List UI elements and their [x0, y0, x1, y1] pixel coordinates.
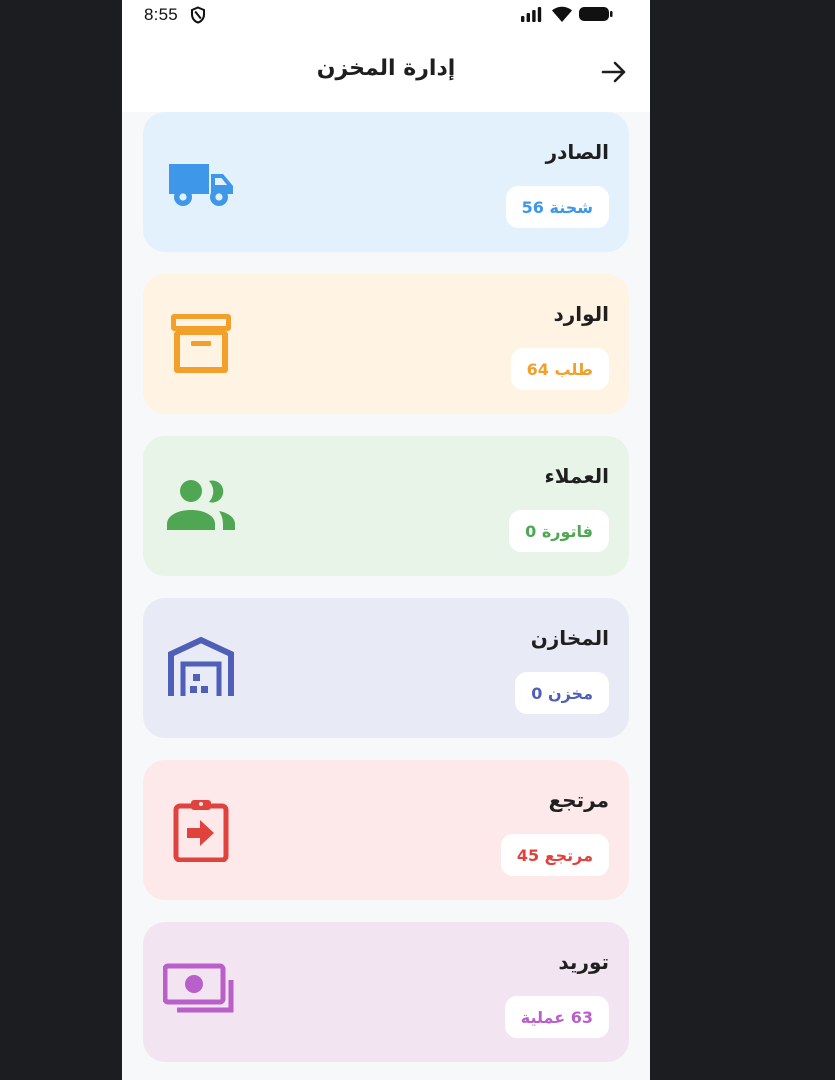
card-title: الصادر [545, 140, 609, 164]
status-time: 8:55 [144, 5, 178, 24]
page-title: إدارة المخزن [316, 56, 456, 81]
status-bar: 8:55 [122, 0, 650, 30]
battery-icon [579, 7, 613, 21]
count-badge: شحنة 56 [505, 186, 609, 228]
card-outgoing[interactable]: الصادر شحنة 56 [143, 112, 629, 252]
warehouse-icon [168, 636, 234, 696]
clipboard-return-icon [173, 800, 229, 863]
card-warehouses[interactable]: المخازن مخزن 0 [143, 598, 629, 738]
count-badge: مرتجع 45 [500, 834, 609, 876]
card-returns[interactable]: مرتجع مرتجع 45 [143, 760, 629, 900]
wifi-icon [552, 6, 572, 22]
card-title: العملاء [544, 464, 609, 488]
arrow-icon [601, 61, 626, 83]
count-badge: فاتورة 0 [509, 510, 609, 552]
card-title: الوارد [553, 302, 609, 326]
back-button[interactable] [598, 56, 630, 88]
card-title: توريد [558, 950, 609, 974]
card-title: المخازن [530, 626, 609, 650]
truck-icon [169, 164, 233, 206]
card-title: مرتجع [548, 788, 609, 812]
people-icon [167, 480, 235, 530]
count-badge: طلب 64 [510, 348, 609, 390]
count-badge: 63 عملية [504, 996, 609, 1038]
archive-box-icon [171, 314, 231, 373]
card-supply[interactable]: توريد 63 عملية [143, 922, 629, 1062]
card-incoming[interactable]: الوارد طلب 64 [143, 274, 629, 414]
money-icon [162, 963, 234, 1013]
signal-icon [521, 7, 542, 22]
count-badge: مخزن 0 [515, 672, 609, 714]
card-customers[interactable]: العملاء فاتورة 0 [143, 436, 629, 576]
shield-icon [191, 6, 205, 24]
phone-screen: 8:55 إدارة المخزن الصادر شحنة 56 الوارد … [122, 0, 650, 1080]
app-bar: إدارة المخزن [122, 30, 650, 112]
